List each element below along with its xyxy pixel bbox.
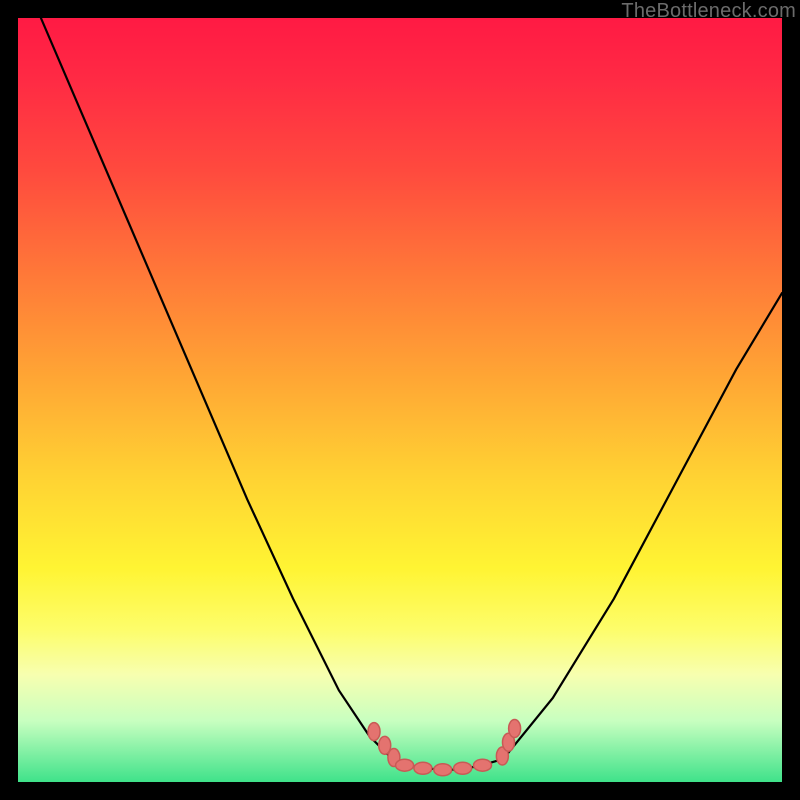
bottleneck-curve <box>41 18 782 771</box>
marker-bottom <box>454 762 472 774</box>
watermark-text: TheBottleneck.com <box>621 0 796 23</box>
marker-bottom <box>396 759 414 771</box>
chart-svg <box>18 18 782 782</box>
marker-left <box>368 723 380 741</box>
marker-bottom <box>474 759 492 771</box>
chart-frame <box>18 18 782 782</box>
marker-bottom <box>414 762 432 774</box>
marker-bottom <box>434 764 452 776</box>
marker-right <box>509 720 521 738</box>
marker-group <box>368 720 521 776</box>
